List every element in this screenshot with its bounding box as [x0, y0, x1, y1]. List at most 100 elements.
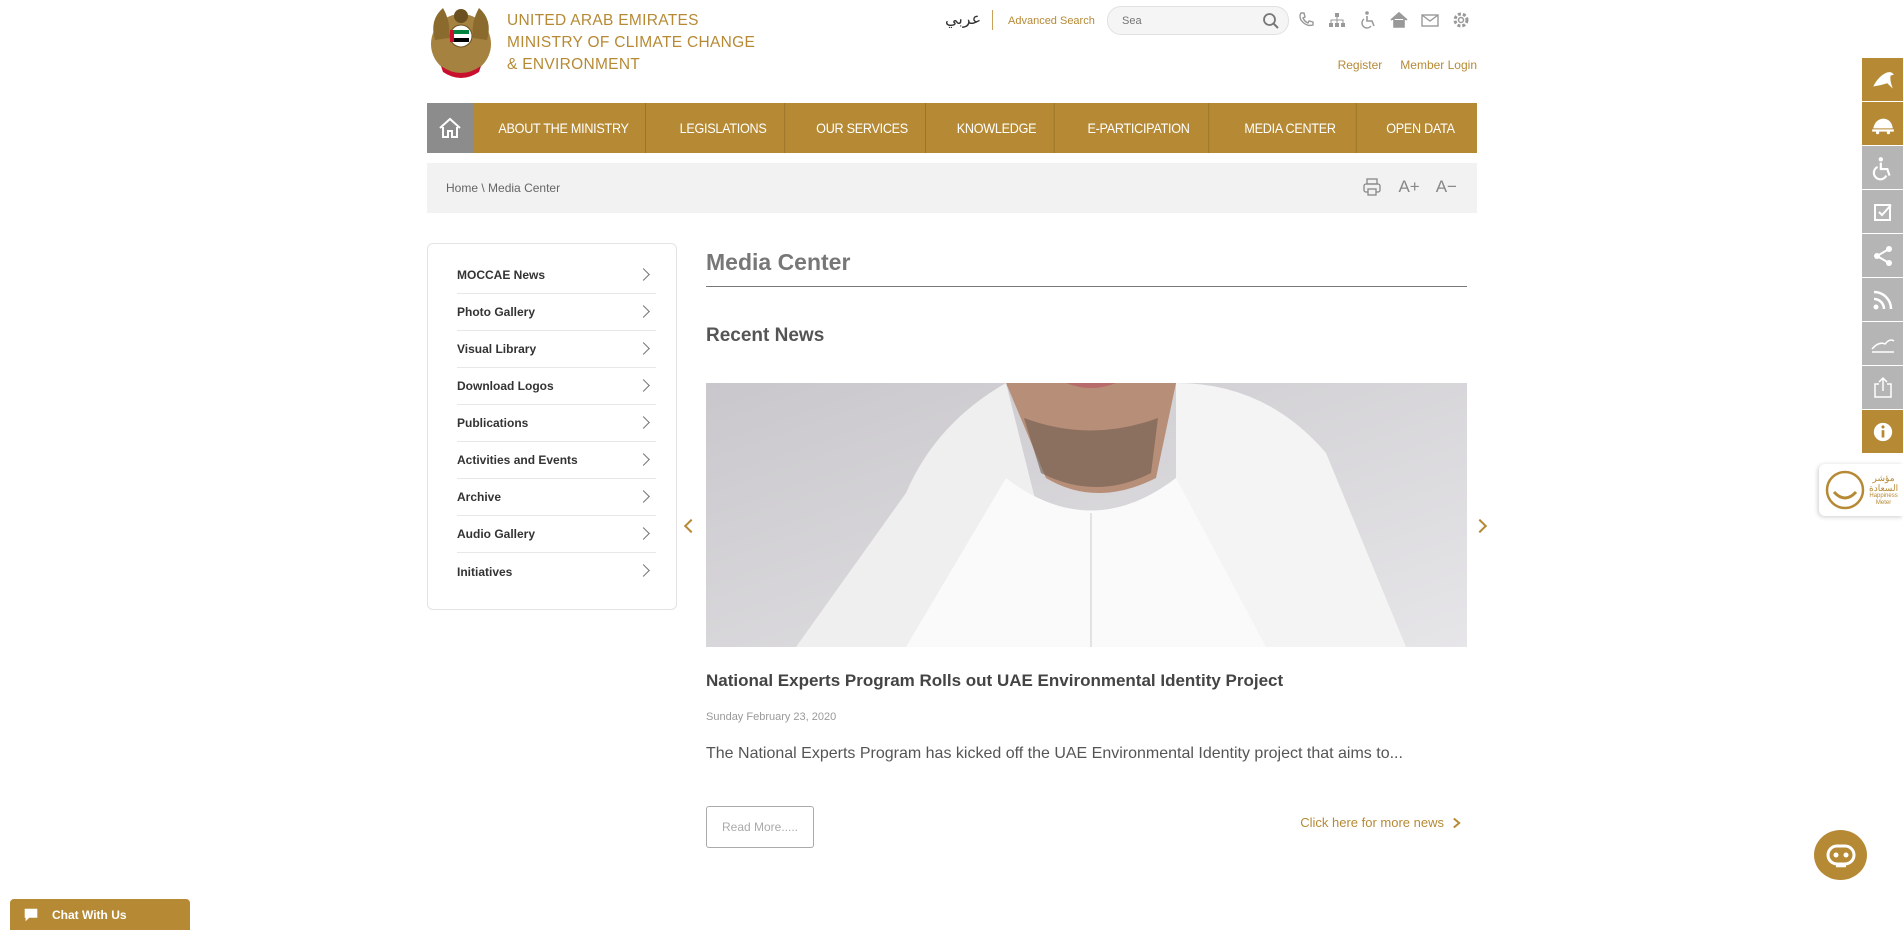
info-icon[interactable] [1862, 410, 1903, 453]
print-icon[interactable] [1362, 177, 1382, 197]
sidebar-item-label: Activities and Events [457, 453, 578, 467]
carousel-next-icon[interactable] [1472, 518, 1488, 534]
sidebar-item-archive[interactable]: Archive [457, 479, 656, 516]
sidebar-item-label: Download Logos [457, 379, 554, 393]
sidebar-item-photo-gallery[interactable]: Photo Gallery [457, 294, 656, 331]
nav-legislations[interactable]: LEGISLATIONS [662, 103, 786, 153]
top-utility-icons [1296, 10, 1471, 30]
happiness-meter-widget[interactable]: مؤشر السعادة Happiness Meter [1819, 464, 1903, 516]
chat-bubble-icon [24, 908, 38, 921]
divider [992, 10, 993, 30]
happiness-line: Meter [1875, 500, 1892, 506]
dunes-icon[interactable] [1862, 322, 1903, 365]
sidebar-item-label: MOCCAE News [457, 268, 546, 282]
nav-media-center[interactable]: MEDIA CENTER [1224, 103, 1357, 153]
sidebar-item-label: Photo Gallery [457, 305, 536, 319]
chevron-right-icon [637, 342, 650, 355]
site-logo[interactable]: UNITED ARAB EMIRATES MINISTRY OF CLIMATE… [427, 0, 755, 80]
arabic-language-link[interactable]: عربي [945, 9, 981, 28]
nav-our-services[interactable]: OUR SERVICES [799, 103, 926, 153]
logo-text: UNITED ARAB EMIRATES MINISTRY OF CLIMATE… [507, 10, 755, 76]
sidebar-item-moccae-news[interactable]: MOCCAE News [457, 257, 656, 294]
carousel-prev-icon[interactable] [683, 518, 699, 534]
search-input[interactable] [1122, 14, 1252, 27]
tortoise-icon[interactable] [1862, 102, 1903, 145]
more-news-link[interactable]: Click here for more news [1300, 815, 1461, 830]
breadcrumb-current: Media Center [488, 181, 561, 195]
font-increase-button[interactable]: A+ [1398, 177, 1419, 197]
share-icon[interactable] [1862, 234, 1903, 277]
chevron-right-icon [637, 305, 650, 318]
advanced-search-link[interactable]: Advanced Search [1008, 15, 1095, 27]
robot-icon [1826, 844, 1855, 868]
page-title: Media Center [706, 249, 851, 275]
chevron-right-icon [637, 564, 650, 577]
news-date: Sunday February 23, 2020 [706, 711, 837, 723]
chevron-right-icon [637, 490, 650, 503]
font-decrease-button[interactable]: A− [1436, 177, 1457, 197]
page: UNITED ARAB EMIRATES MINISTRY OF CLIMATE… [0, 0, 1903, 930]
chevron-right-icon [637, 453, 650, 466]
breadcrumb: Home \ Media Center A+ A− [427, 163, 1477, 213]
chevron-right-icon [637, 268, 650, 281]
page-tools: A+ A− [1362, 177, 1457, 197]
export-icon[interactable] [1862, 366, 1903, 409]
happiness-line: السعادة [1869, 483, 1899, 493]
news-image[interactable] [706, 383, 1467, 647]
search-box [1107, 6, 1289, 35]
side-toolbar [1862, 58, 1903, 454]
chevron-right-icon [637, 527, 650, 540]
logo-line: & ENVIRONMENT [507, 56, 641, 73]
logo-line: UNITED ARAB EMIRATES [507, 12, 699, 29]
happiness-meter-label: مؤشر السعادة Happiness Meter [1869, 473, 1898, 507]
section-heading: Recent News [706, 325, 825, 346]
checklist-icon[interactable] [1862, 190, 1903, 233]
nav-e-participation[interactable]: E-PARTICIPATION [1069, 103, 1210, 153]
sidebar-item-activities-and-events[interactable]: Activities and Events [457, 442, 656, 479]
settings-icon[interactable] [1451, 10, 1471, 30]
sidebar-item-initiatives[interactable]: Initiatives [457, 553, 656, 590]
sidebar-item-label: Initiatives [457, 564, 513, 579]
breadcrumb-home-link[interactable]: Home [446, 181, 478, 195]
nav-home-button[interactable] [427, 103, 473, 153]
sitemap-icon[interactable] [1327, 10, 1347, 30]
falcon-icon[interactable] [1862, 58, 1903, 101]
news-title-link[interactable]: National Experts Program Rolls out UAE E… [706, 671, 1283, 691]
news-photo [706, 383, 1467, 647]
uae-emblem-icon [431, 8, 491, 78]
home-icon[interactable] [1389, 10, 1409, 30]
chevron-right-icon [1453, 817, 1461, 828]
rss-icon[interactable] [1862, 278, 1903, 321]
sidebar-item-publications[interactable]: Publications [457, 405, 656, 442]
sidebar-item-label: Visual Library [457, 342, 537, 356]
sidebar-item-download-logos[interactable]: Download Logos [457, 368, 656, 405]
phone-icon[interactable] [1296, 10, 1316, 30]
sidebar-item-label: Audio Gallery [457, 527, 536, 541]
sidebar-item-audio-gallery[interactable]: Audio Gallery [457, 516, 656, 553]
chat-with-us-button[interactable]: Chat With Us [10, 899, 190, 930]
chatbot-button[interactable] [1814, 830, 1867, 880]
sidebar-item-visual-library[interactable]: Visual Library [457, 331, 656, 368]
chevron-right-icon [637, 379, 650, 392]
search-icon[interactable] [1262, 12, 1280, 30]
accessibility-icon[interactable] [1358, 10, 1378, 30]
home-icon [439, 117, 461, 138]
sidebar-menu: MOCCAE News Photo Gallery Visual Library… [427, 243, 677, 610]
chevron-right-icon [637, 416, 650, 429]
more-news-label: Click here for more news [1300, 815, 1444, 830]
account-links: Register Member Login [1338, 58, 1477, 72]
read-more-button[interactable]: Read More..... [706, 806, 814, 848]
smile-icon [1825, 470, 1865, 510]
nav-open-data[interactable]: OPEN DATA [1370, 103, 1472, 153]
nav-knowledge[interactable]: KNOWLEDGE [939, 103, 1055, 153]
news-excerpt: The National Experts Program has kicked … [706, 745, 1403, 762]
chat-label: Chat With Us [52, 907, 127, 922]
nav-about-the-ministry[interactable]: ABOUT THE MINISTRY [482, 103, 646, 153]
member-login-link[interactable]: Member Login [1400, 58, 1477, 72]
mail-icon[interactable] [1420, 10, 1440, 30]
logo-line: MINISTRY OF CLIMATE CHANGE [507, 34, 756, 51]
breadcrumb-path: Home \ Media Center [446, 181, 560, 195]
wheelchair-icon[interactable] [1862, 146, 1903, 189]
sidebar-item-label: Archive [457, 490, 502, 504]
register-link[interactable]: Register [1338, 58, 1383, 72]
